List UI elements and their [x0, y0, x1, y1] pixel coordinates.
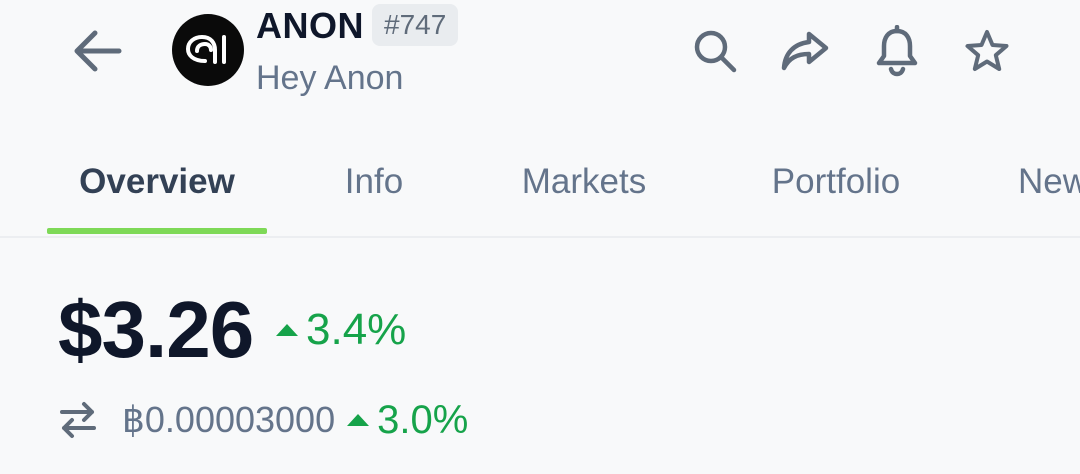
tab-news[interactable]: News	[1000, 130, 1080, 234]
tab-overview[interactable]: Overview	[47, 130, 267, 234]
btc-price: ฿0.00003000	[122, 399, 336, 440]
tab-markets[interactable]: Markets	[492, 130, 676, 234]
share-button[interactable]	[776, 22, 834, 80]
rank-badge: #747	[372, 4, 459, 46]
favorite-button[interactable]	[958, 22, 1016, 80]
search-icon	[694, 30, 737, 73]
usd-price: $3.26	[58, 285, 254, 374]
caret-up-icon	[347, 414, 370, 426]
notification-button[interactable]	[868, 22, 926, 80]
active-tab-indicator	[47, 228, 267, 234]
btc-price-change: 3.0%	[347, 398, 468, 443]
btc-change-value: 3.0%	[377, 397, 469, 442]
caret-up-icon	[276, 324, 298, 336]
coin-detail-screen: ANON #747 Hey Anon Overview Info Markets…	[0, 0, 1080, 474]
coin-full-name: Hey Anon	[256, 59, 404, 97]
swap-arrows-icon[interactable]	[58, 400, 98, 440]
tab-portfolio[interactable]: Portfolio	[740, 130, 932, 234]
coin-symbol: ANON	[256, 5, 364, 46]
btc-price-row: ฿0.00003000 3.0%	[58, 392, 468, 448]
share-icon	[781, 31, 829, 71]
tab-bar: Overview Info Markets Portfolio News	[0, 130, 1080, 238]
tab-info[interactable]: Info	[310, 130, 438, 234]
arrow-left-icon	[74, 30, 122, 72]
star-icon	[965, 30, 1009, 71]
back-button[interactable]	[62, 18, 132, 84]
usd-change-value: 3.4%	[306, 305, 407, 354]
hey-anon-logo-icon	[185, 34, 226, 64]
search-button[interactable]	[686, 22, 744, 80]
coin-logo	[172, 14, 244, 86]
bell-icon	[876, 25, 918, 77]
usd-price-change: 3.4%	[276, 302, 406, 358]
